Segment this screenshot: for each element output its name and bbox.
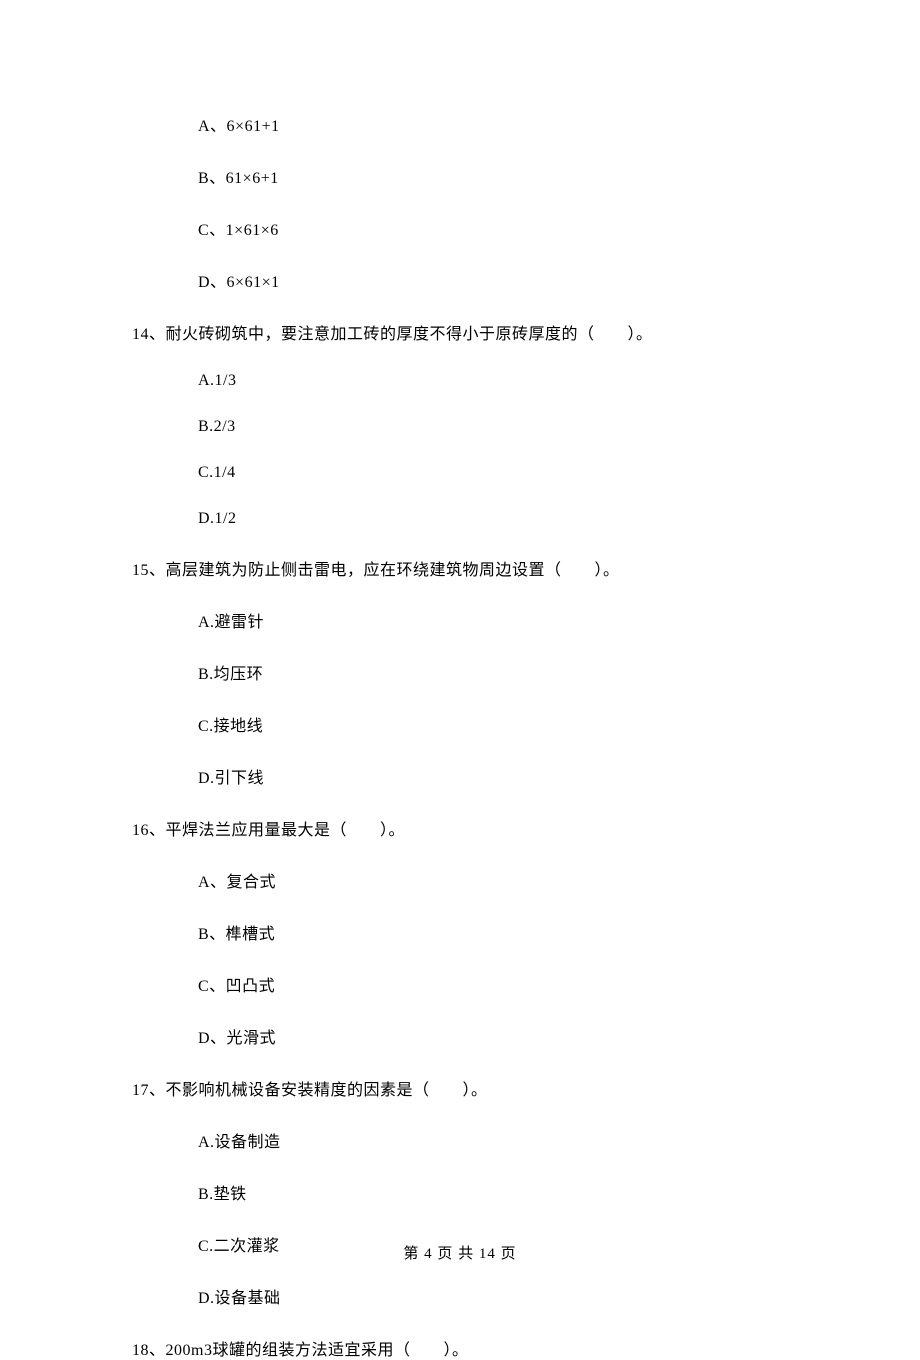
- q15-option-c: C.接地线: [132, 712, 920, 736]
- q16-option-c: C、凹凸式: [132, 972, 920, 996]
- q13-option-b: B、61×6+1: [132, 164, 920, 188]
- q13-option-d: D、6×61×1: [132, 268, 920, 292]
- q14-option-c: C.1/4: [132, 464, 920, 482]
- q17-text: 17、不影响机械设备安装精度的因素是（ ）。: [132, 1076, 920, 1100]
- document-content: A、6×61+1 B、61×6+1 C、1×61×6 D、6×61×1 14、耐…: [0, 112, 920, 1360]
- q16-option-a: A、复合式: [132, 868, 920, 892]
- q15-text: 15、高层建筑为防止侧击雷电，应在环绕建筑物周边设置（ ）。: [132, 556, 920, 580]
- q15-option-a: A.避雷针: [132, 608, 920, 632]
- q16-option-b: B、榫槽式: [132, 920, 920, 944]
- q17-option-d: D.设备基础: [132, 1284, 920, 1308]
- q13-option-a: A、6×61+1: [132, 112, 920, 136]
- page-footer: 第 4 页 共 14 页: [0, 1242, 920, 1263]
- q17-option-a: A.设备制造: [132, 1128, 920, 1152]
- q15-option-d: D.引下线: [132, 764, 920, 788]
- q16-text: 16、平焊法兰应用量最大是（ ）。: [132, 816, 920, 840]
- q14-option-d: D.1/2: [132, 510, 920, 528]
- q15-option-b: B.均压环: [132, 660, 920, 684]
- q14-text: 14、耐火砖砌筑中，要注意加工砖的厚度不得小于原砖厚度的（ ）。: [132, 320, 920, 344]
- q13-option-c: C、1×61×6: [132, 216, 920, 240]
- q18-text: 18、200m3球罐的组装方法适宜采用（ ）。: [132, 1336, 920, 1360]
- q16-option-d: D、光滑式: [132, 1024, 920, 1048]
- q14-option-b: B.2/3: [132, 418, 920, 436]
- q17-option-b: B.垫铁: [132, 1180, 920, 1204]
- q14-option-a: A.1/3: [132, 372, 920, 390]
